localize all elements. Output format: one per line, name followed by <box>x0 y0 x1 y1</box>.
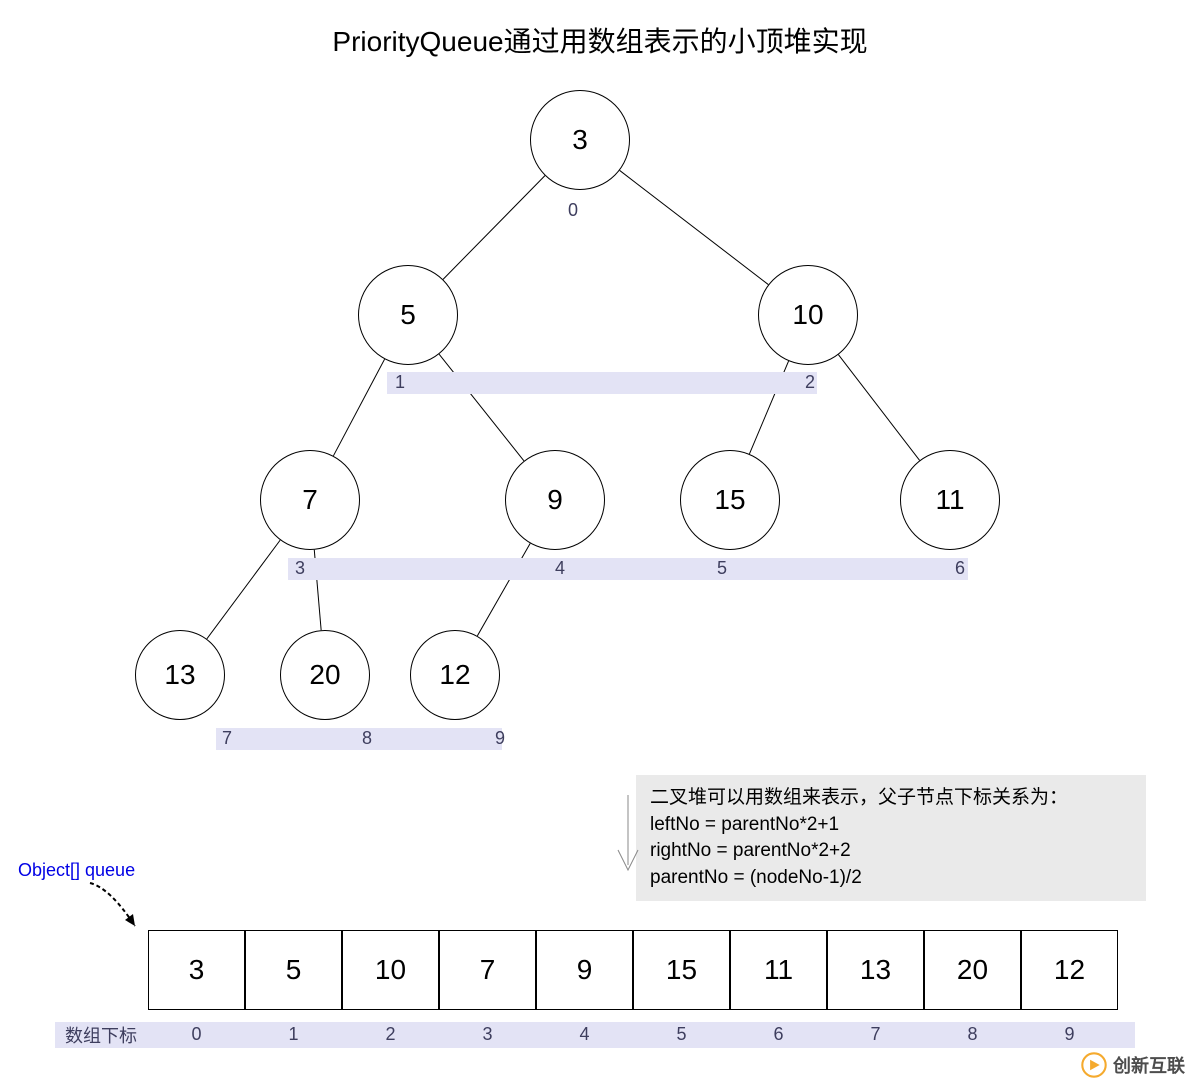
array-index-cell: 1 <box>245 1024 342 1045</box>
node-index-label: 8 <box>362 728 372 749</box>
heap-node: 5 <box>358 265 458 365</box>
note-line: rightNo = parentNo*2+2 <box>650 838 1132 865</box>
array-index-cell: 7 <box>827 1024 924 1045</box>
array-cell: 3 <box>148 930 245 1010</box>
heap-node: 11 <box>900 450 1000 550</box>
node-index-label: 2 <box>805 372 815 393</box>
array-index-cell: 3 <box>439 1024 536 1045</box>
note-line: leftNo = parentNo*2+1 <box>650 812 1132 839</box>
array-index-cell: 6 <box>730 1024 827 1045</box>
index-bar <box>288 558 968 580</box>
note-line: parentNo = (nodeNo-1)/2 <box>650 865 1132 892</box>
array-index-row: 0123456789 <box>148 1024 1118 1045</box>
array-representation: 3510791511132012 <box>148 930 1118 1010</box>
heap-node: 13 <box>135 630 225 720</box>
node-index-label: 3 <box>295 558 305 579</box>
node-index-label: 5 <box>717 558 727 579</box>
array-cell: 10 <box>342 930 439 1010</box>
array-cell: 5 <box>245 930 342 1010</box>
array-index-cell: 0 <box>148 1024 245 1045</box>
heap-node: 9 <box>505 450 605 550</box>
array-cell: 11 <box>730 930 827 1010</box>
page-title: PriorityQueue通过用数组表示的小顶堆实现 <box>0 20 1200 60</box>
node-index-label: 9 <box>495 728 505 749</box>
node-index-label: 4 <box>555 558 565 579</box>
array-cell: 13 <box>827 930 924 1010</box>
watermark-icon <box>1081 1052 1107 1078</box>
watermark-text: 创新互联 <box>1113 1052 1185 1078</box>
watermark: 创新互联 <box>1081 1052 1185 1078</box>
array-cell: 20 <box>924 930 1021 1010</box>
heap-tree: 3510791511132012 0123456789 <box>0 70 1200 830</box>
node-index-label: 6 <box>955 558 965 579</box>
array-index-cell: 4 <box>536 1024 633 1045</box>
index-bar <box>387 372 817 394</box>
array-index-cell: 5 <box>633 1024 730 1045</box>
heap-node: 7 <box>260 450 360 550</box>
array-cell: 15 <box>633 930 730 1010</box>
index-bar <box>216 728 502 750</box>
heap-node: 12 <box>410 630 500 720</box>
array-index-cell: 9 <box>1021 1024 1118 1045</box>
array-cell: 7 <box>439 930 536 1010</box>
node-index-label: 0 <box>568 200 578 221</box>
heap-node: 15 <box>680 450 780 550</box>
node-index-label: 7 <box>222 728 232 749</box>
heap-node: 20 <box>280 630 370 720</box>
formula-note: 二叉堆可以用数组来表示，父子节点下标关系为：leftNo = parentNo*… <box>636 775 1146 901</box>
note-arrow <box>613 795 643 885</box>
queue-arrow <box>85 878 165 938</box>
array-index-prefix: 数组下标 <box>55 1022 137 1048</box>
array-index-cell: 8 <box>924 1024 1021 1045</box>
array-cell: 12 <box>1021 930 1118 1010</box>
note-line: 二叉堆可以用数组来表示，父子节点下标关系为： <box>650 785 1132 812</box>
heap-node: 10 <box>758 265 858 365</box>
array-cell: 9 <box>536 930 633 1010</box>
heap-node: 3 <box>530 90 630 190</box>
array-index-cell: 2 <box>342 1024 439 1045</box>
node-index-label: 1 <box>395 372 405 393</box>
